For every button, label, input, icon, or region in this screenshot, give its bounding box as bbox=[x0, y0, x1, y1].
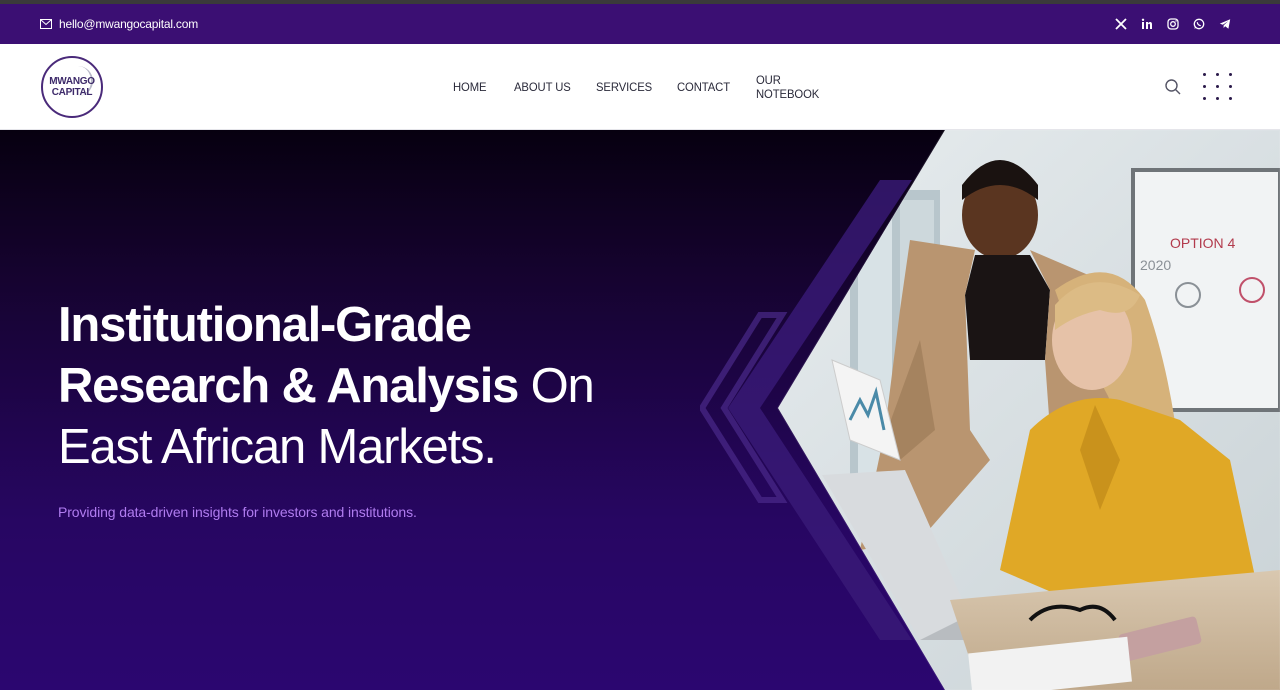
primary-menu: HOME ABOUT US SERVICES CONTACT OUR NOTEB… bbox=[453, 44, 846, 130]
instagram-icon[interactable] bbox=[1166, 17, 1180, 31]
x-icon[interactable] bbox=[1114, 17, 1128, 31]
hero-heading-light-2: East African Markets. bbox=[58, 420, 497, 474]
search-icon[interactable] bbox=[1163, 77, 1183, 97]
main-navbar: MWANGO CAPITAL HOME ABOUT US SERVICES CO… bbox=[0, 44, 1280, 130]
nav-home[interactable]: HOME bbox=[453, 80, 510, 94]
email-link[interactable]: hello@mwangocapital.com bbox=[40, 4, 198, 44]
logo-line-1: MWANGO bbox=[49, 75, 95, 88]
telegram-icon[interactable] bbox=[1218, 17, 1232, 31]
brand-logo[interactable]: MWANGO CAPITAL bbox=[41, 56, 103, 118]
hero-heading-bold-1: Institutional-Grade bbox=[58, 298, 472, 352]
social-links bbox=[1114, 4, 1232, 44]
nav-about-us[interactable]: ABOUT US bbox=[514, 80, 591, 94]
logo-line-2: CAPITAL bbox=[51, 86, 93, 99]
nav-our-notebook[interactable]: OUR NOTEBOOK bbox=[756, 73, 841, 101]
offcanvas-menu-icon[interactable] bbox=[1203, 73, 1233, 103]
hero-subtitle: Providing data-driven insights for inves… bbox=[58, 504, 417, 520]
top-contact-bar: hello@mwangocapital.com bbox=[0, 4, 1280, 44]
linkedin-icon[interactable] bbox=[1140, 17, 1154, 31]
hero-image: OPTION 4 2020 bbox=[700, 130, 1280, 690]
hero-heading-bold-2: Research & Analysis bbox=[58, 359, 519, 413]
mail-icon bbox=[40, 19, 52, 29]
nav-contact[interactable]: CONTACT bbox=[677, 80, 751, 94]
svg-text:2020: 2020 bbox=[1140, 257, 1171, 273]
hero-section: Institutional-Grade Research & Analysis … bbox=[0, 130, 1280, 690]
whatsapp-icon[interactable] bbox=[1192, 17, 1206, 31]
nav-services[interactable]: SERVICES bbox=[596, 80, 672, 94]
email-text: hello@mwangocapital.com bbox=[59, 17, 198, 31]
svg-text:OPTION 4: OPTION 4 bbox=[1170, 235, 1236, 251]
hero-heading-light-1: On bbox=[530, 359, 595, 413]
hero-heading: Institutional-Grade Research & Analysis … bbox=[58, 295, 678, 478]
